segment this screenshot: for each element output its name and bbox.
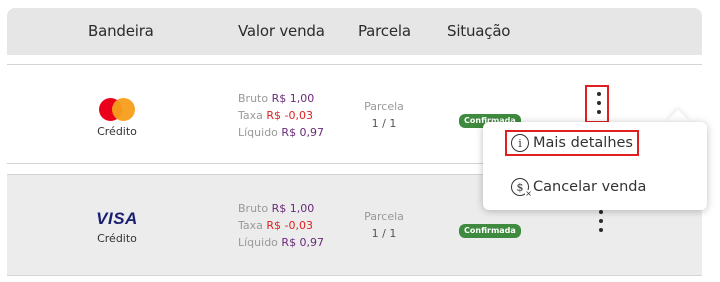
taxa-label: Taxa (238, 109, 263, 122)
column-header-situacao: Situação (447, 22, 511, 40)
parcela-value: 1 / 1 (371, 227, 397, 240)
parcela-cell: Parcela 1 / 1 (354, 210, 414, 244)
column-header-valor-venda: Valor venda (238, 22, 325, 40)
payment-type: Crédito (97, 232, 137, 245)
mastercard-logo (97, 97, 137, 123)
row-actions-menu: i Mais detalhes $ × Cancelar venda (483, 122, 707, 210)
bruto-label: Bruto (238, 92, 269, 105)
cancel-money-icon: $ × (511, 178, 532, 198)
parcela-label: Parcela (364, 210, 404, 223)
column-header-bandeira: Bandeira (88, 22, 154, 40)
menu-item-cancelar-venda[interactable]: $ × Cancelar venda (511, 178, 647, 198)
sale-values: Bruto R$ 1,00 Taxa R$ -0,03 Líquido R$ 0… (238, 90, 324, 141)
brand-cell: Crédito (87, 97, 147, 138)
parcela-label: Parcela (364, 100, 404, 113)
menu-item-label: Mais detalhes (533, 135, 633, 151)
table-header: Bandeira Valor venda Parcela Situação (7, 8, 702, 55)
liquido-value: R$ 0,97 (281, 236, 325, 249)
status-badge: Confirmada (459, 224, 521, 238)
parcela-value: 1 / 1 (371, 117, 397, 130)
menu-item-mais-detalhes[interactable]: i Mais detalhes (505, 130, 639, 156)
bruto-value: R$ 1,00 (271, 92, 315, 105)
bruto-label: Bruto (238, 202, 269, 215)
parcela-cell: Parcela 1 / 1 (354, 100, 414, 134)
kebab-icon (597, 92, 601, 96)
visa-logo: VISA (96, 209, 138, 228)
menu-item-label: Cancelar venda (533, 179, 647, 195)
info-icon: i (511, 134, 529, 152)
row-actions-kebab-button[interactable] (589, 205, 613, 243)
bruto-value: R$ 1,00 (271, 202, 315, 215)
liquido-value: R$ 0,97 (281, 126, 325, 139)
kebab-icon (599, 210, 603, 214)
column-header-parcela: Parcela (358, 22, 411, 40)
brand-cell: VISA Crédito (87, 208, 147, 245)
taxa-value: R$ -0,03 (266, 219, 313, 232)
sale-values: Bruto R$ 1,00 Taxa R$ -0,03 Líquido R$ 0… (238, 200, 324, 251)
taxa-value: R$ -0,03 (266, 109, 313, 122)
payment-type: Crédito (97, 125, 137, 138)
row-actions-kebab-button[interactable] (585, 85, 609, 123)
liquido-label: Líquido (238, 236, 278, 249)
taxa-label: Taxa (238, 219, 263, 232)
liquido-label: Líquido (238, 126, 278, 139)
